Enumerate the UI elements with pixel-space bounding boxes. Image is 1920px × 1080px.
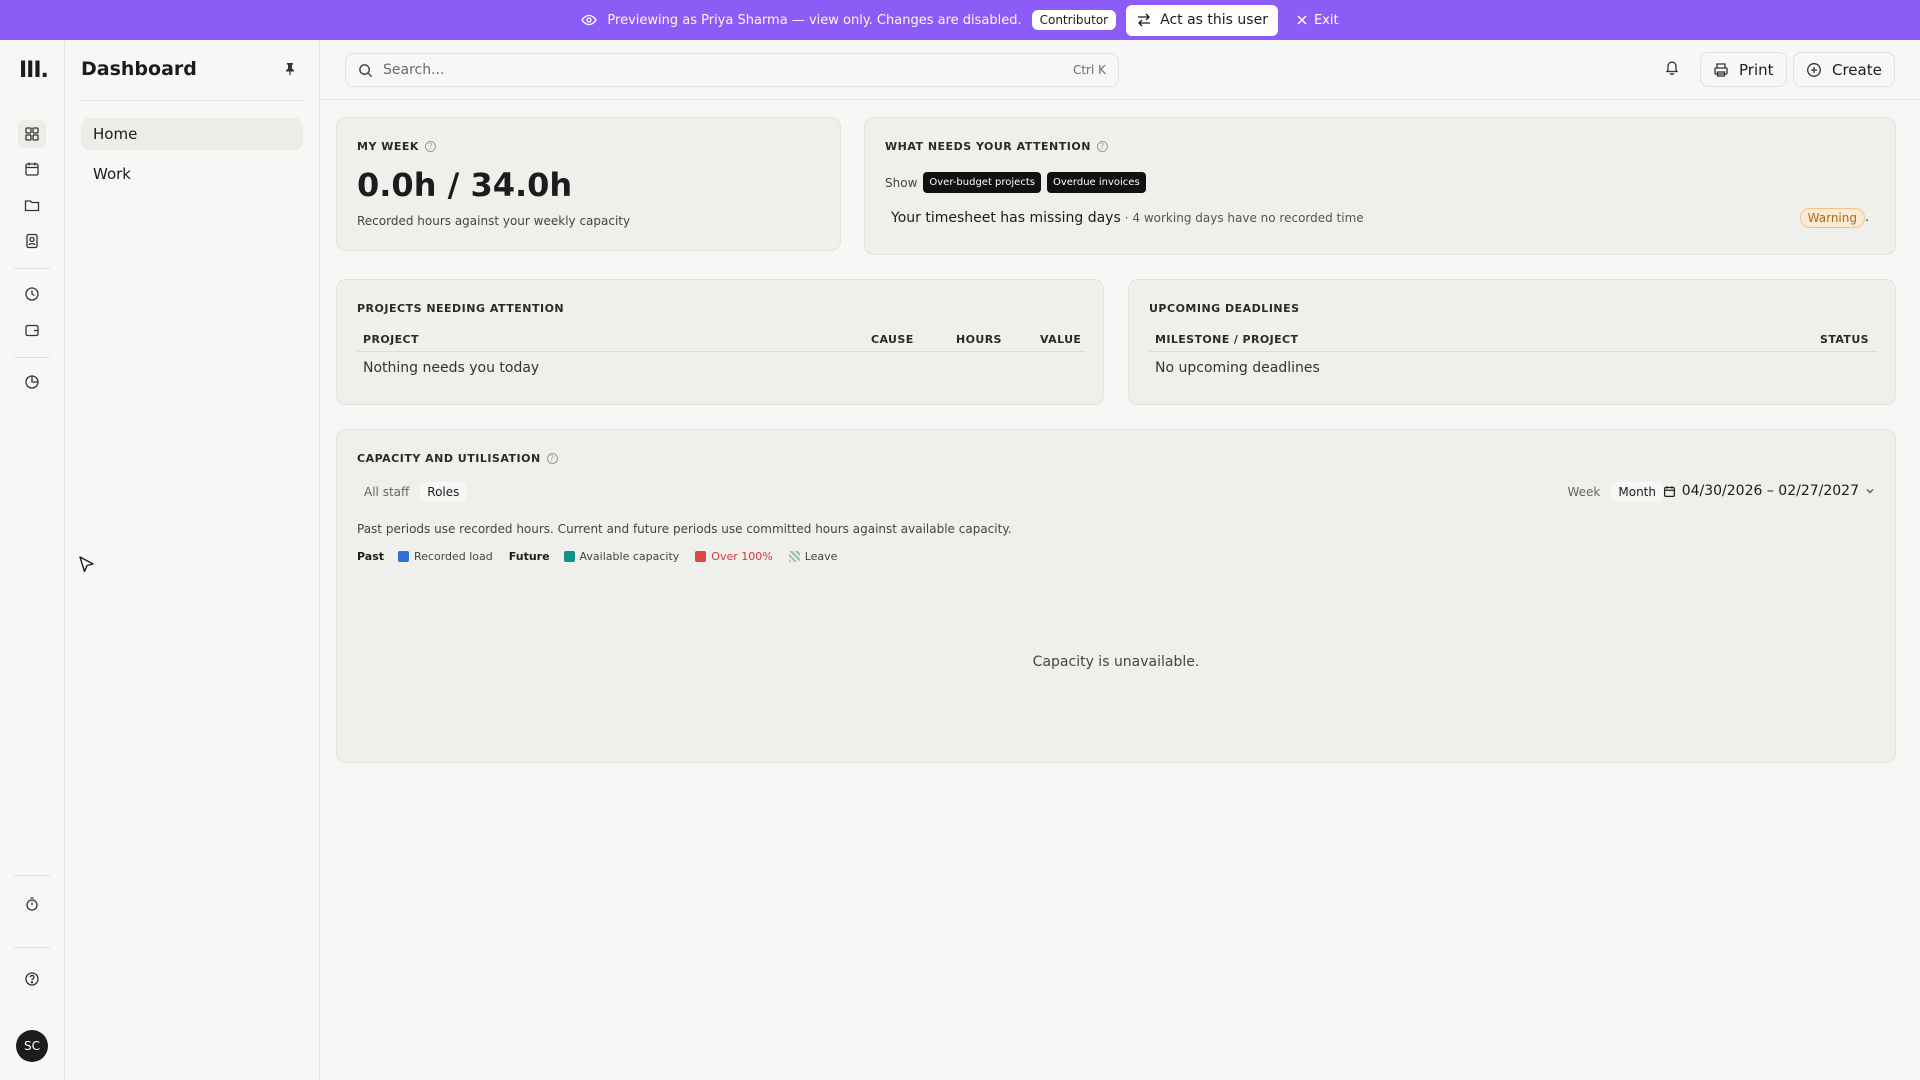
my-week-hours: 0.0h / 34.0h [357,166,573,204]
filter-over-budget[interactable]: Over-budget projects [923,172,1041,193]
dashboard-icon[interactable] [18,120,46,148]
legend-future: Future [508,550,550,563]
deadlines-empty: No upcoming deadlines [1155,360,1320,376]
projects-empty: Nothing needs you today [363,360,540,376]
projects-heading: PROJECTS NEEDING ATTENTION [357,302,565,315]
show-label: Show [885,175,918,190]
search-shortcut: Ctrl K [1072,63,1106,77]
my-week-heading: MY WEEK [357,140,419,153]
folder-icon[interactable] [22,195,42,215]
capacity-note: Past periods use recorded hours. Current… [357,522,1012,536]
contacts-icon[interactable] [22,231,42,251]
sidebar-item-work[interactable]: Work [81,158,303,190]
eye-icon [581,12,598,28]
search-input[interactable]: Search... Ctrl K [345,53,1119,87]
swap-icon [1138,13,1151,27]
preview-message: Previewing as Priya Sharma — view only. … [607,12,1022,28]
sidebar-title: Dashboard [81,58,197,80]
filter-overdue-invoices[interactable]: Overdue invoices [1046,172,1146,193]
legend-over-swatch [695,551,707,562]
search-icon [359,63,373,77]
preview-banner: Previewing as Priya Sharma — view only. … [0,0,1920,40]
plus-circle-icon [1807,62,1821,77]
capacity-heading: CAPACITY AND UTILISATION [357,452,541,465]
act-as-user-label: Act as this user [1160,12,1268,28]
date-range-picker[interactable]: 04/30/2026 – 02/27/2027 [1663,483,1875,499]
capacity-unavailable: Capacity is unavailable. [1032,654,1200,670]
legend-available-swatch [563,551,575,562]
icon-rail: III. SC [0,40,65,1080]
search-placeholder: Search... [383,62,445,78]
help-icon[interactable] [22,969,42,989]
close-icon [1297,15,1307,25]
col-value: VALUE [1040,333,1082,346]
info-icon[interactable]: ? [424,141,436,152]
alert-trailing: . [1865,210,1869,224]
pie-chart-icon[interactable] [22,372,42,392]
bell-icon[interactable] [1664,59,1680,79]
view-all-staff[interactable]: All staff [357,482,416,502]
app-logo[interactable]: III. [19,58,49,83]
exit-preview-button[interactable]: Exit [1296,13,1339,28]
my-week-card: MY WEEK ? 0.0h / 34.0h Recorded hours ag… [336,117,841,251]
sidebar: Dashboard Home Work [65,40,320,1080]
capacity-card: CAPACITY AND UTILISATION ? All staff Rol… [336,429,1896,763]
col-hours: HOURS [956,333,1002,346]
calendar-icon[interactable] [22,159,42,179]
wallet-icon[interactable] [22,320,42,340]
timesheet-alert[interactable]: Your timesheet has missing days · 4 worki… [891,210,1364,226]
print-button[interactable]: Print [1700,52,1787,87]
calendar-icon [1663,485,1675,497]
alert-detail: · 4 working days have no recorded time [1124,211,1364,225]
create-label: Create [1832,60,1882,79]
printer-icon [1714,62,1728,77]
legend-leave: Leave [804,550,838,563]
col-project: PROJECT [363,333,419,346]
legend-available: Available capacity [579,550,680,563]
warning-badge: Warning [1799,208,1865,228]
pin-icon[interactable] [283,62,297,80]
col-status: STATUS [1820,333,1869,346]
avatar[interactable]: SC [16,1030,48,1062]
create-button[interactable]: Create [1793,52,1895,87]
attention-filters: Show Over-budget projects Overdue invoic… [885,172,1146,193]
view-toggle: All staff Roles [357,482,467,502]
exit-label: Exit [1313,12,1339,28]
info-icon[interactable]: ? [546,453,558,464]
period-month[interactable]: Month [1611,482,1663,502]
period-week[interactable]: Week [1560,482,1607,502]
info-icon[interactable]: ? [1096,141,1108,152]
col-milestone: MILESTONE / PROJECT [1155,333,1299,346]
legend-over: Over 100% [711,550,773,563]
timer-icon[interactable] [22,894,42,914]
view-roles[interactable]: Roles [420,482,467,502]
mouse-cursor-icon [79,556,94,573]
legend-leave-swatch [788,551,800,562]
role-badge: Contributor [1031,10,1117,30]
period-toggle: Week Month [1560,482,1663,502]
chevron-down-icon [1866,489,1874,494]
alert-title: Your timesheet has missing days [891,210,1121,226]
clock-icon[interactable] [22,284,42,304]
print-label: Print [1739,60,1774,79]
act-as-user-button[interactable]: Act as this user [1126,4,1278,36]
col-cause: CAUSE [871,333,914,346]
sidebar-item-home[interactable]: Home [81,118,303,150]
attention-card: WHAT NEEDS YOUR ATTENTION ? Show Over-bu… [864,117,1896,255]
deadlines-heading: UPCOMING DEADLINES [1149,302,1300,315]
legend-recorded: Recorded load [414,550,493,563]
attention-heading: WHAT NEEDS YOUR ATTENTION [885,140,1091,153]
legend-recorded-swatch [398,551,409,562]
deadlines-card: UPCOMING DEADLINES MILESTONE / PROJECT S… [1128,279,1896,405]
date-range-value: 04/30/2026 – 02/27/2027 [1681,483,1859,499]
projects-card: PROJECTS NEEDING ATTENTION PROJECT CAUSE… [336,279,1104,405]
my-week-caption: Recorded hours against your weekly capac… [357,214,631,228]
capacity-legend: Past Recorded load Future Available capa… [357,550,845,563]
legend-past: Past [357,550,384,563]
